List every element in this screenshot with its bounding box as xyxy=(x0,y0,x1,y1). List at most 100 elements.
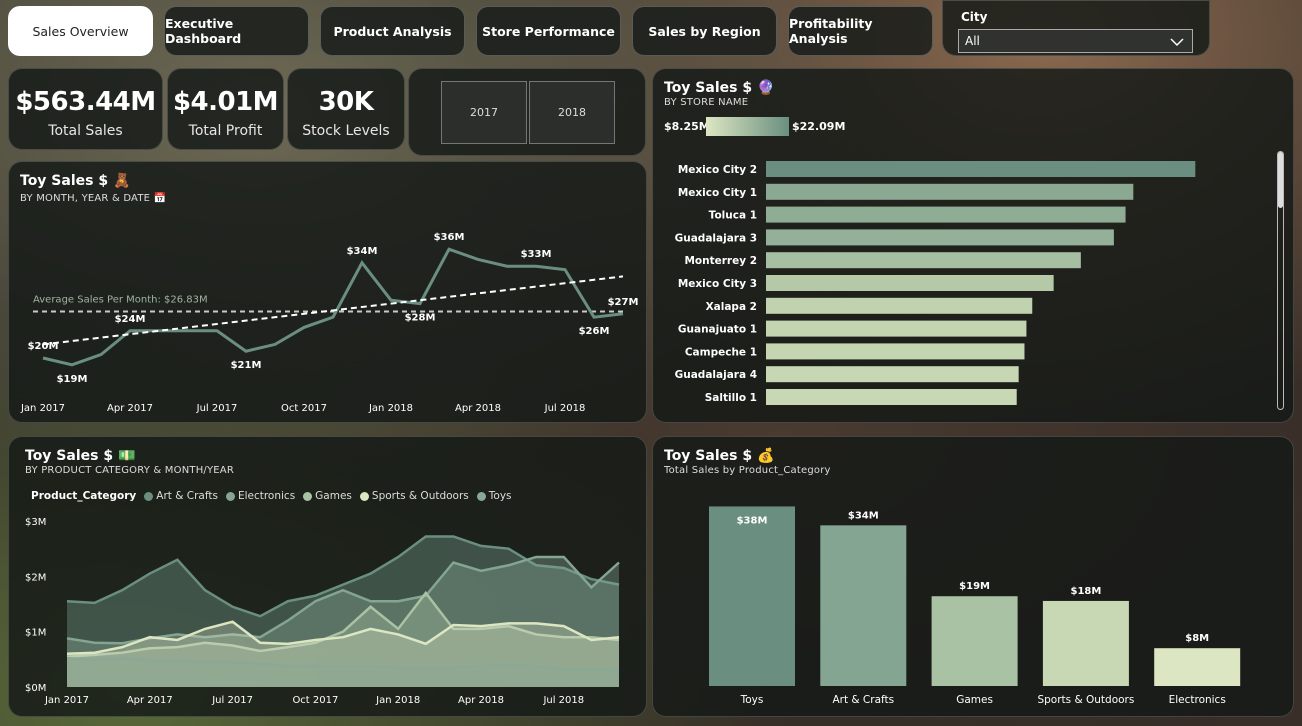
store-label: Guadalajara 4 xyxy=(675,369,757,381)
store-bar xyxy=(766,252,1081,269)
category-column-chart: $38M Toys $34M Art & Crafts $19M Games $18M Spo… xyxy=(709,506,1241,706)
kpi-value: $563.44M xyxy=(15,87,156,117)
x-tick-label: Apr 2017 xyxy=(107,403,153,414)
kpi-total-profit: $4.01M Total Profit xyxy=(167,68,284,150)
city-dropdown-value: All xyxy=(965,34,980,48)
y-tick-label: $0M xyxy=(25,683,46,694)
store-bar xyxy=(766,320,1027,337)
data-label: $27M xyxy=(608,297,639,308)
store-label: Toluca 1 xyxy=(709,210,757,222)
category-bar xyxy=(820,525,907,686)
store-label: Mexico City 1 xyxy=(678,187,757,199)
data-label: $36M xyxy=(434,232,465,243)
store-bar xyxy=(766,343,1025,360)
x-tick-label: Oct 2017 xyxy=(292,695,338,706)
scrollbar[interactable] xyxy=(1277,151,1284,410)
data-label: $19M xyxy=(57,374,88,385)
x-tick-label: Jul 2018 xyxy=(544,403,586,414)
trend-line xyxy=(42,275,624,346)
x-tick-label: Jul 2017 xyxy=(196,403,238,414)
store-bar xyxy=(766,389,1017,405)
data-label: $34M xyxy=(848,510,879,521)
x-tick-label: Toys xyxy=(740,694,764,706)
data-label: $18M xyxy=(1070,586,1101,597)
x-tick-label: Apr 2018 xyxy=(458,695,504,706)
tab-profitability-analysis[interactable]: Profitability Analysis xyxy=(788,6,933,56)
data-label: $8M xyxy=(1185,633,1209,644)
kpi-total-sales: $563.44M Total Sales xyxy=(8,68,163,150)
x-tick-label: Games xyxy=(956,694,993,706)
kpi-value: $4.01M xyxy=(172,87,279,117)
x-tick-label: Sports & Outdoors xyxy=(1037,694,1134,706)
year-slicer: 2017 2018 xyxy=(408,68,646,156)
year-button-2017[interactable]: 2017 xyxy=(441,81,527,144)
x-tick-label: Apr 2018 xyxy=(455,403,501,414)
kpi-stock-levels: 30K Stock Levels xyxy=(287,68,405,150)
y-tick-label: $3M xyxy=(25,517,46,528)
store-label: Campeche 1 xyxy=(685,346,757,358)
category-bar xyxy=(1154,648,1241,686)
sales-by-category-month-panel: Toy Sales $ 💵 BY PRODUCT CATEGORY & MONT… xyxy=(8,436,647,717)
x-tick-label: Art & Crafts xyxy=(832,694,894,706)
data-label: $34M xyxy=(347,246,378,257)
sales-by-product-category-panel: Toy Sales $ 💰 Total Sales by Product_Cat… xyxy=(652,436,1294,717)
city-slicer: City All xyxy=(942,0,1210,56)
data-label: $24M xyxy=(115,314,146,325)
x-tick-label: Jan 2017 xyxy=(20,403,65,414)
y-tick-label: $2M xyxy=(25,572,46,583)
store-bar xyxy=(766,297,1033,314)
category-area-chart: $0M $1M $2M $3M Jan 2017 Apr 2017 Jul 2017 Oct … xyxy=(25,517,620,706)
data-label: $38M xyxy=(737,515,768,526)
average-line-label: Average Sales Per Month: $26.83M xyxy=(33,295,208,306)
slicer-label: City xyxy=(961,10,988,24)
store-label: Guanajuato 1 xyxy=(678,324,757,336)
panel-title-text: Toy Sales $ xyxy=(664,80,753,96)
kpi-label: Stock Levels xyxy=(302,123,390,139)
store-label: Mexico City 3 xyxy=(678,278,757,290)
y-tick-label: $1M xyxy=(25,628,46,639)
tab-sales-by-region[interactable]: Sales by Region xyxy=(632,6,777,56)
tab-store-performance[interactable]: Store Performance xyxy=(476,6,621,56)
data-label: $20M xyxy=(28,341,59,352)
store-bar xyxy=(766,183,1134,200)
category-bar xyxy=(931,596,1018,686)
tab-executive-dashboard[interactable]: Executive Dashboard xyxy=(164,6,309,56)
chevron-down-icon xyxy=(1170,38,1184,47)
store-bar xyxy=(766,275,1054,291)
x-tick-label: Apr 2017 xyxy=(127,695,173,706)
scrollbar-thumb[interactable] xyxy=(1278,152,1283,208)
panel-title: Toy Sales $ 🔮 xyxy=(664,80,774,96)
kpi-label: Total Sales xyxy=(48,123,123,139)
store-label: Xalapa 2 xyxy=(706,301,757,313)
store-bar xyxy=(766,229,1114,246)
city-dropdown[interactable]: All xyxy=(958,29,1193,53)
x-tick-label: Oct 2017 xyxy=(281,403,327,414)
year-button-2018[interactable]: 2018 xyxy=(529,81,615,144)
color-scale-max: $22.09M xyxy=(792,120,846,133)
category-bar xyxy=(1042,600,1129,686)
kpi-value: 30K xyxy=(318,87,374,117)
x-tick-label: Jul 2017 xyxy=(211,695,253,706)
kpi-label: Total Profit xyxy=(188,123,263,139)
x-tick-label: Jan 2017 xyxy=(44,695,89,706)
x-tick-label: Jul 2018 xyxy=(542,695,584,706)
data-label: $28M xyxy=(405,313,436,324)
panel-subtitle: BY STORE NAME xyxy=(664,97,749,108)
data-label: $21M xyxy=(231,360,262,371)
x-tick-label: Jan 2018 xyxy=(375,695,420,706)
sales-by-month-panel: Toy Sales $ 🧸 BY MONTH, YEAR & DATE 📅 Av… xyxy=(8,161,647,423)
x-tick-label: Electronics xyxy=(1169,694,1226,706)
sales-by-store-panel: Toy Sales $ 🔮 BY STORE NAME $8.25M $22.0… xyxy=(652,68,1294,423)
category-bar xyxy=(709,506,795,686)
store-label: Saltillo 1 xyxy=(705,392,757,404)
store-label: Mexico City 2 xyxy=(678,164,757,176)
data-label: $33M xyxy=(521,249,552,260)
crystal-ball-icon: 🔮 xyxy=(756,80,775,96)
store-bar xyxy=(766,366,1019,383)
data-label: $26M xyxy=(579,326,610,337)
tab-product-analysis[interactable]: Product Analysis xyxy=(320,6,465,56)
store-bar xyxy=(766,161,1196,177)
monthly-sales-line-chart: Average Sales Per Month: $26.83M $20M $19M… xyxy=(20,232,639,414)
tab-sales-overview[interactable]: Sales Overview xyxy=(8,6,153,56)
store-bar-chart: Mexico City 2 Mexico City 1 Toluca 1 Guadal… xyxy=(675,161,1196,405)
